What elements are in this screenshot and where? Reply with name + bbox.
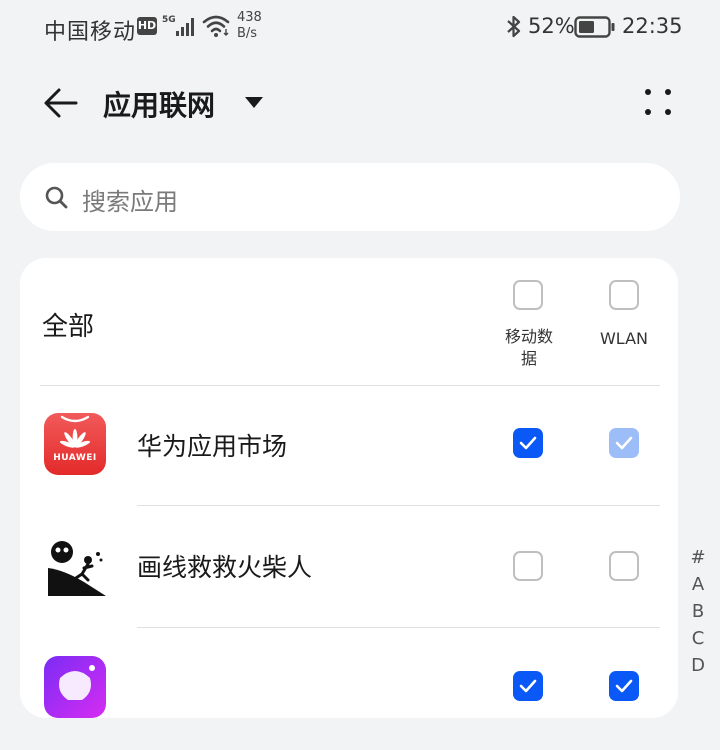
page-title: 应用联网 <box>103 89 216 122</box>
more-dots-icon[interactable] <box>640 84 676 120</box>
network-speed-value: 438 <box>237 10 262 25</box>
stickman-mobile-data-checkbox[interactable] <box>513 551 543 581</box>
index-letter-d[interactable]: D <box>688 652 708 679</box>
wlan-column-label: WLAN <box>599 329 648 348</box>
huawei-appgallery-icon: HUAWEI <box>44 413 106 475</box>
app-row-appgallery: HUAWEI 华为应用市场 <box>20 385 678 507</box>
all-wlan-checkbox[interactable] <box>609 280 639 310</box>
all-apps-label: 全部 <box>42 312 95 342</box>
search-icon <box>44 185 70 215</box>
search-input[interactable]: 搜索应用 <box>20 163 680 231</box>
status-bar: 中国移动 HD 5G 438 B/s 52% 22:35 <box>0 0 720 56</box>
signal-type-label: 5G <box>162 15 176 25</box>
battery-icon <box>574 16 616 42</box>
battery-percent: 52% <box>528 14 575 38</box>
appgallery-mobile-data-checkbox[interactable] <box>513 428 543 458</box>
mobile-data-column-label: 移动数据 <box>504 327 553 368</box>
alphabet-index-bar[interactable]: # A B C D <box>688 544 708 679</box>
stickman-wlan-checkbox[interactable] <box>609 551 639 581</box>
network-speed: 438 B/s <box>237 10 262 42</box>
wifi-icon <box>202 14 232 42</box>
hd-badge: HD <box>137 17 157 35</box>
huawei-icon-label: HUAWEI <box>53 453 97 463</box>
all-mobile-data-checkbox[interactable] <box>513 280 543 310</box>
app-network-list: 全部 移动数据 WLAN HUAWEI 华为应用市场 画线救救火柴人 <box>20 258 678 718</box>
index-letter-b[interactable]: B <box>688 598 708 625</box>
purple-app-icon <box>44 656 106 718</box>
network-speed-unit: B/s <box>237 26 258 41</box>
search-placeholder: 搜索应用 <box>82 188 178 216</box>
purple-app-wlan-checkbox[interactable] <box>609 671 639 701</box>
bluetooth-icon <box>506 14 522 44</box>
back-arrow-icon[interactable] <box>42 84 80 122</box>
index-letter-a[interactable]: A <box>688 571 708 598</box>
appgallery-wlan-checkbox[interactable] <box>609 428 639 458</box>
purple-app-mobile-data-checkbox[interactable] <box>513 671 543 701</box>
index-letter-hash[interactable]: # <box>688 544 708 571</box>
carrier-name: 中国移动 <box>44 20 137 45</box>
stickman-game-icon <box>44 534 106 596</box>
signal-icon: 5G <box>162 13 196 43</box>
app-name: 画线救救火柴人 <box>137 553 313 582</box>
app-name: 华为应用市场 <box>137 432 288 461</box>
dropdown-triangle-icon[interactable] <box>244 95 264 114</box>
clock: 22:35 <box>622 14 683 38</box>
app-row-purple <box>20 628 678 750</box>
index-letter-c[interactable]: C <box>688 625 708 652</box>
app-row-stickman: 画线救救火柴人 <box>20 506 678 628</box>
